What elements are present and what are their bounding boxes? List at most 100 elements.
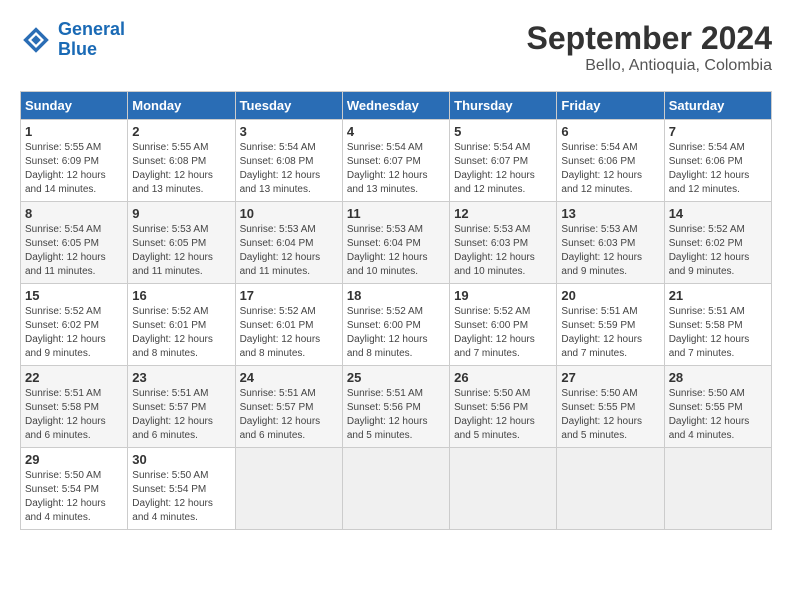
day-info: Sunrise: 5:53 AM Sunset: 6:04 PM Dayligh… <box>240 223 338 279</box>
calendar-day-cell: 17Sunrise: 5:52 AM Sunset: 6:01 PM Dayli… <box>235 284 342 366</box>
calendar-day-cell <box>235 448 342 530</box>
calendar-day-cell: 16 Sunrise: 5:52 AM Sunset: 6:01 PM Dayli… <box>128 284 235 366</box>
day-number: 11 <box>347 206 445 221</box>
calendar-day-cell: 14Sunrise: 5:52 AM Sunset: 6:02 PM Dayli… <box>664 202 771 284</box>
calendar-week-row: 8 Sunrise: 5:54 AM Sunset: 6:05 PM Daylig… <box>21 202 772 284</box>
day-number: 27 <box>561 370 659 385</box>
day-info: Sunrise: 5:55 AM Sunset: 6:09 PM Dayligh… <box>25 141 123 197</box>
calendar-day-cell: 4 Sunrise: 5:54 AM Sunset: 6:07 PM Daylig… <box>342 120 449 202</box>
day-info: Sunrise: 5:51 AM Sunset: 5:58 PM Dayligh… <box>25 387 123 443</box>
day-number: 4 <box>347 124 445 139</box>
calendar-week-row: 29 Sunrise: 5:50 AM Sunset: 5:54 PM Dayli… <box>21 448 772 530</box>
day-info: Sunrise: 5:53 AM Sunset: 6:03 PM Dayligh… <box>561 223 659 279</box>
page-header: General Blue September 2024 Bello, Antio… <box>20 20 772 75</box>
calendar-day-cell: 23 Sunrise: 5:51 AM Sunset: 5:57 PM Dayli… <box>128 366 235 448</box>
day-number: 28 <box>669 370 767 385</box>
day-info: Sunrise: 5:54 AM Sunset: 6:08 PM Dayligh… <box>240 141 338 197</box>
day-info: Sunrise: 5:50 AM Sunset: 5:54 PM Dayligh… <box>25 469 123 525</box>
calendar-day-cell: 3 Sunrise: 5:54 AM Sunset: 6:08 PM Daylig… <box>235 120 342 202</box>
location-subtitle: Bello, Antioquia, Colombia <box>527 57 772 75</box>
column-header-tuesday: Tuesday <box>235 92 342 120</box>
calendar-day-cell: 26 Sunrise: 5:50 AM Sunset: 5:56 PM Dayli… <box>450 366 557 448</box>
calendar-day-cell <box>664 448 771 530</box>
calendar-week-row: 15Sunrise: 5:52 AM Sunset: 6:02 PM Dayli… <box>21 284 772 366</box>
day-info: Sunrise: 5:54 AM Sunset: 6:07 PM Dayligh… <box>454 141 552 197</box>
day-number: 20 <box>561 288 659 303</box>
calendar-day-cell: 21Sunrise: 5:51 AM Sunset: 5:58 PM Dayli… <box>664 284 771 366</box>
calendar-day-cell <box>557 448 664 530</box>
day-number: 15 <box>25 288 123 303</box>
day-info: Sunrise: 5:55 AM Sunset: 6:08 PM Dayligh… <box>132 141 230 197</box>
calendar-day-cell: 22 Sunrise: 5:51 AM Sunset: 5:58 PM Dayli… <box>21 366 128 448</box>
column-header-saturday: Saturday <box>664 92 771 120</box>
day-info: Sunrise: 5:51 AM Sunset: 5:56 PM Dayligh… <box>347 387 445 443</box>
day-number: 2 <box>132 124 230 139</box>
logo-text: General Blue <box>58 20 125 60</box>
day-number: 16 <box>132 288 230 303</box>
calendar-day-cell: 18 Sunrise: 5:52 AM Sunset: 6:00 PM Dayli… <box>342 284 449 366</box>
column-header-friday: Friday <box>557 92 664 120</box>
calendar-day-cell: 20Sunrise: 5:51 AM Sunset: 5:59 PM Dayli… <box>557 284 664 366</box>
day-info: Sunrise: 5:52 AM Sunset: 6:02 PM Dayligh… <box>669 223 767 279</box>
day-info: Sunrise: 5:53 AM Sunset: 6:03 PM Dayligh… <box>454 223 552 279</box>
column-header-monday: Monday <box>128 92 235 120</box>
calendar-week-row: 22 Sunrise: 5:51 AM Sunset: 5:58 PM Dayli… <box>21 366 772 448</box>
calendar-day-cell: 7 Sunrise: 5:54 AM Sunset: 6:06 PM Daylig… <box>664 120 771 202</box>
day-info: Sunrise: 5:52 AM Sunset: 6:00 PM Dayligh… <box>347 305 445 361</box>
day-number: 10 <box>240 206 338 221</box>
day-info: Sunrise: 5:52 AM Sunset: 6:01 PM Dayligh… <box>240 305 338 361</box>
day-number: 5 <box>454 124 552 139</box>
calendar-day-cell: 12 Sunrise: 5:53 AM Sunset: 6:03 PM Dayli… <box>450 202 557 284</box>
day-info: Sunrise: 5:51 AM Sunset: 5:57 PM Dayligh… <box>240 387 338 443</box>
day-number: 29 <box>25 452 123 467</box>
calendar-day-cell: 25 Sunrise: 5:51 AM Sunset: 5:56 PM Dayli… <box>342 366 449 448</box>
day-info: Sunrise: 5:54 AM Sunset: 6:06 PM Dayligh… <box>669 141 767 197</box>
column-header-thursday: Thursday <box>450 92 557 120</box>
calendar-day-cell: 11Sunrise: 5:53 AM Sunset: 6:04 PM Dayli… <box>342 202 449 284</box>
day-number: 8 <box>25 206 123 221</box>
logo: General Blue <box>20 20 125 60</box>
calendar-day-cell <box>342 448 449 530</box>
day-number: 12 <box>454 206 552 221</box>
day-info: Sunrise: 5:51 AM Sunset: 5:57 PM Dayligh… <box>132 387 230 443</box>
day-info: Sunrise: 5:50 AM Sunset: 5:56 PM Dayligh… <box>454 387 552 443</box>
day-info: Sunrise: 5:50 AM Sunset: 5:54 PM Dayligh… <box>132 469 230 525</box>
day-number: 3 <box>240 124 338 139</box>
day-info: Sunrise: 5:52 AM Sunset: 6:00 PM Dayligh… <box>454 305 552 361</box>
title-block: September 2024 Bello, Antioquia, Colombi… <box>527 20 772 75</box>
day-number: 18 <box>347 288 445 303</box>
day-number: 22 <box>25 370 123 385</box>
day-number: 30 <box>132 452 230 467</box>
calendar-day-cell: 30 Sunrise: 5:50 AM Sunset: 5:54 PM Dayli… <box>128 448 235 530</box>
day-info: Sunrise: 5:54 AM Sunset: 6:07 PM Dayligh… <box>347 141 445 197</box>
day-number: 21 <box>669 288 767 303</box>
calendar-day-cell: 10 Sunrise: 5:53 AM Sunset: 6:04 PM Dayli… <box>235 202 342 284</box>
day-info: Sunrise: 5:52 AM Sunset: 6:01 PM Dayligh… <box>132 305 230 361</box>
calendar-table: SundayMondayTuesdayWednesdayThursdayFrid… <box>20 91 772 530</box>
calendar-day-cell: 15Sunrise: 5:52 AM Sunset: 6:02 PM Dayli… <box>21 284 128 366</box>
calendar-day-cell: 2 Sunrise: 5:55 AM Sunset: 6:08 PM Daylig… <box>128 120 235 202</box>
day-number: 26 <box>454 370 552 385</box>
calendar-header-row: SundayMondayTuesdayWednesdayThursdayFrid… <box>21 92 772 120</box>
month-title: September 2024 <box>527 20 772 57</box>
calendar-day-cell: 13 Sunrise: 5:53 AM Sunset: 6:03 PM Dayli… <box>557 202 664 284</box>
calendar-day-cell: 27Sunrise: 5:50 AM Sunset: 5:55 PM Dayli… <box>557 366 664 448</box>
day-number: 19 <box>454 288 552 303</box>
column-header-sunday: Sunday <box>21 92 128 120</box>
day-number: 7 <box>669 124 767 139</box>
calendar-day-cell: 19 Sunrise: 5:52 AM Sunset: 6:00 PM Dayli… <box>450 284 557 366</box>
column-header-wednesday: Wednesday <box>342 92 449 120</box>
day-info: Sunrise: 5:53 AM Sunset: 6:05 PM Dayligh… <box>132 223 230 279</box>
calendar-day-cell: 29 Sunrise: 5:50 AM Sunset: 5:54 PM Dayli… <box>21 448 128 530</box>
day-number: 25 <box>347 370 445 385</box>
day-number: 24 <box>240 370 338 385</box>
logo-line1: General <box>58 19 125 39</box>
calendar-day-cell: 9Sunrise: 5:53 AM Sunset: 6:05 PM Daylig… <box>128 202 235 284</box>
day-number: 13 <box>561 206 659 221</box>
logo-icon <box>20 24 52 56</box>
day-number: 23 <box>132 370 230 385</box>
calendar-day-cell: 6Sunrise: 5:54 AM Sunset: 6:06 PM Daylig… <box>557 120 664 202</box>
calendar-day-cell: 8 Sunrise: 5:54 AM Sunset: 6:05 PM Daylig… <box>21 202 128 284</box>
day-number: 1 <box>25 124 123 139</box>
day-info: Sunrise: 5:54 AM Sunset: 6:05 PM Dayligh… <box>25 223 123 279</box>
